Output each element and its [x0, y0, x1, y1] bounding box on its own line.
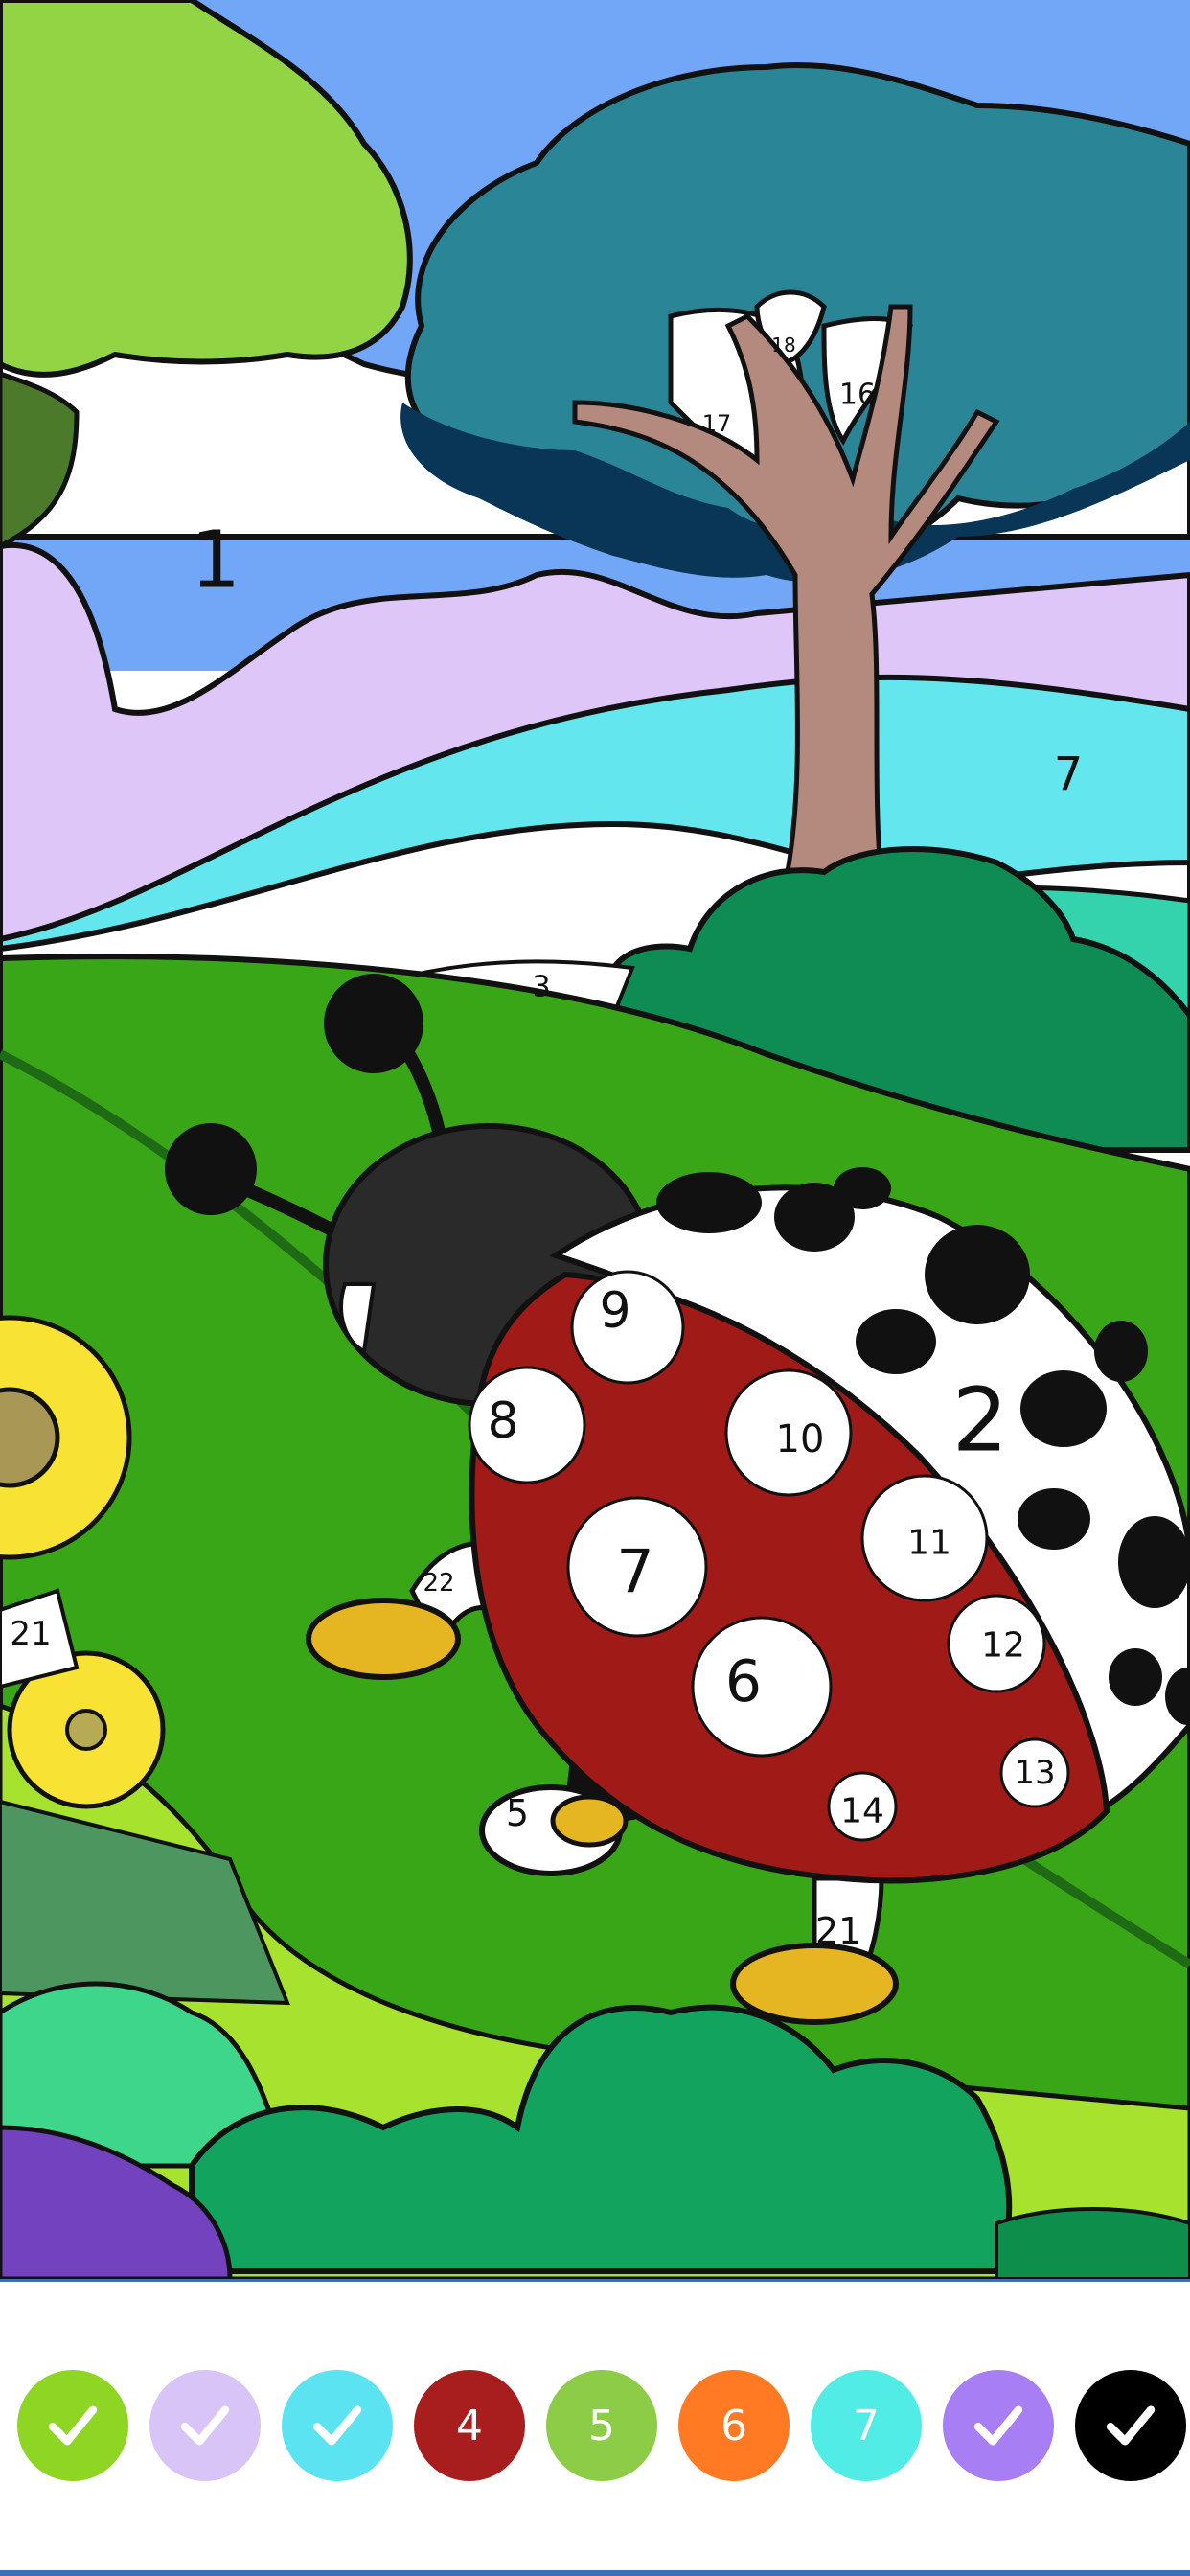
check-icon	[180, 2405, 230, 2446]
foot-right[interactable]	[730, 1943, 899, 2025]
region-label-spot-10: 10	[776, 1417, 825, 1461]
coloring-canvas[interactable]: 1 2 3 7 9 8 10 7 11 12 6 13 14 5 21 22 2…	[0, 0, 1190, 2279]
region-label-spot-9: 9	[599, 1282, 630, 1340]
foot-left[interactable]	[306, 1598, 461, 1680]
region-label-hill: 7	[1054, 748, 1084, 801]
bush-right-region[interactable]	[995, 2207, 1190, 2279]
region-label-flower-21: 21	[10, 1615, 51, 1653]
check-icon	[48, 2405, 98, 2446]
color-swatch[interactable]: 7	[811, 2370, 922, 2481]
color-number: 7	[853, 2401, 880, 2450]
color-swatch[interactable]: 5	[546, 2370, 657, 2481]
region-label-spot-14: 14	[840, 1792, 884, 1831]
region-label-leg-22: 22	[423, 1569, 454, 1598]
region-label-sky: 1	[191, 516, 240, 607]
color-swatch[interactable]: 6	[678, 2370, 790, 2481]
region-label-spot-13: 13	[1014, 1754, 1055, 1792]
color-swatch[interactable]	[17, 2370, 128, 2481]
region-label-spot-12: 12	[981, 1626, 1025, 1666]
check-icon	[973, 2405, 1023, 2446]
antenna-ball-right[interactable]	[324, 974, 423, 1073]
color-number: 4	[456, 2401, 483, 2450]
color-palette: 4 5 6 7	[17, 2370, 1186, 2481]
color-number: 5	[588, 2401, 615, 2450]
check-icon	[312, 2405, 362, 2446]
color-swatch[interactable]	[282, 2370, 393, 2481]
region-label-leg-21: 21	[815, 1910, 861, 1952]
region-label-spot-11: 11	[907, 1524, 951, 1563]
color-swatch[interactable]	[149, 2370, 261, 2481]
region-label-wing: 2	[952, 1369, 1009, 1472]
color-number: 6	[721, 2401, 747, 2450]
color-swatch[interactable]	[1075, 2370, 1186, 2481]
region-label-spot-6: 6	[725, 1648, 762, 1715]
region-label-branch-16: 16	[839, 379, 876, 412]
region-label-spot-8: 8	[487, 1392, 518, 1450]
region-label-branch-18: 18	[771, 334, 795, 356]
palette-bar: 4 5 6 7	[0, 2279, 1190, 2576]
check-icon	[1106, 2405, 1156, 2446]
region-label-path: 3	[532, 971, 550, 1004]
color-swatch[interactable]: 4	[414, 2370, 525, 2481]
antenna-ball-left[interactable]	[165, 1123, 257, 1215]
region-label-spot-7: 7	[616, 1537, 653, 1607]
color-swatch[interactable]	[943, 2370, 1054, 2481]
region-label-branch-17: 17	[702, 410, 732, 437]
region-label-leg-5: 5	[506, 1792, 529, 1834]
